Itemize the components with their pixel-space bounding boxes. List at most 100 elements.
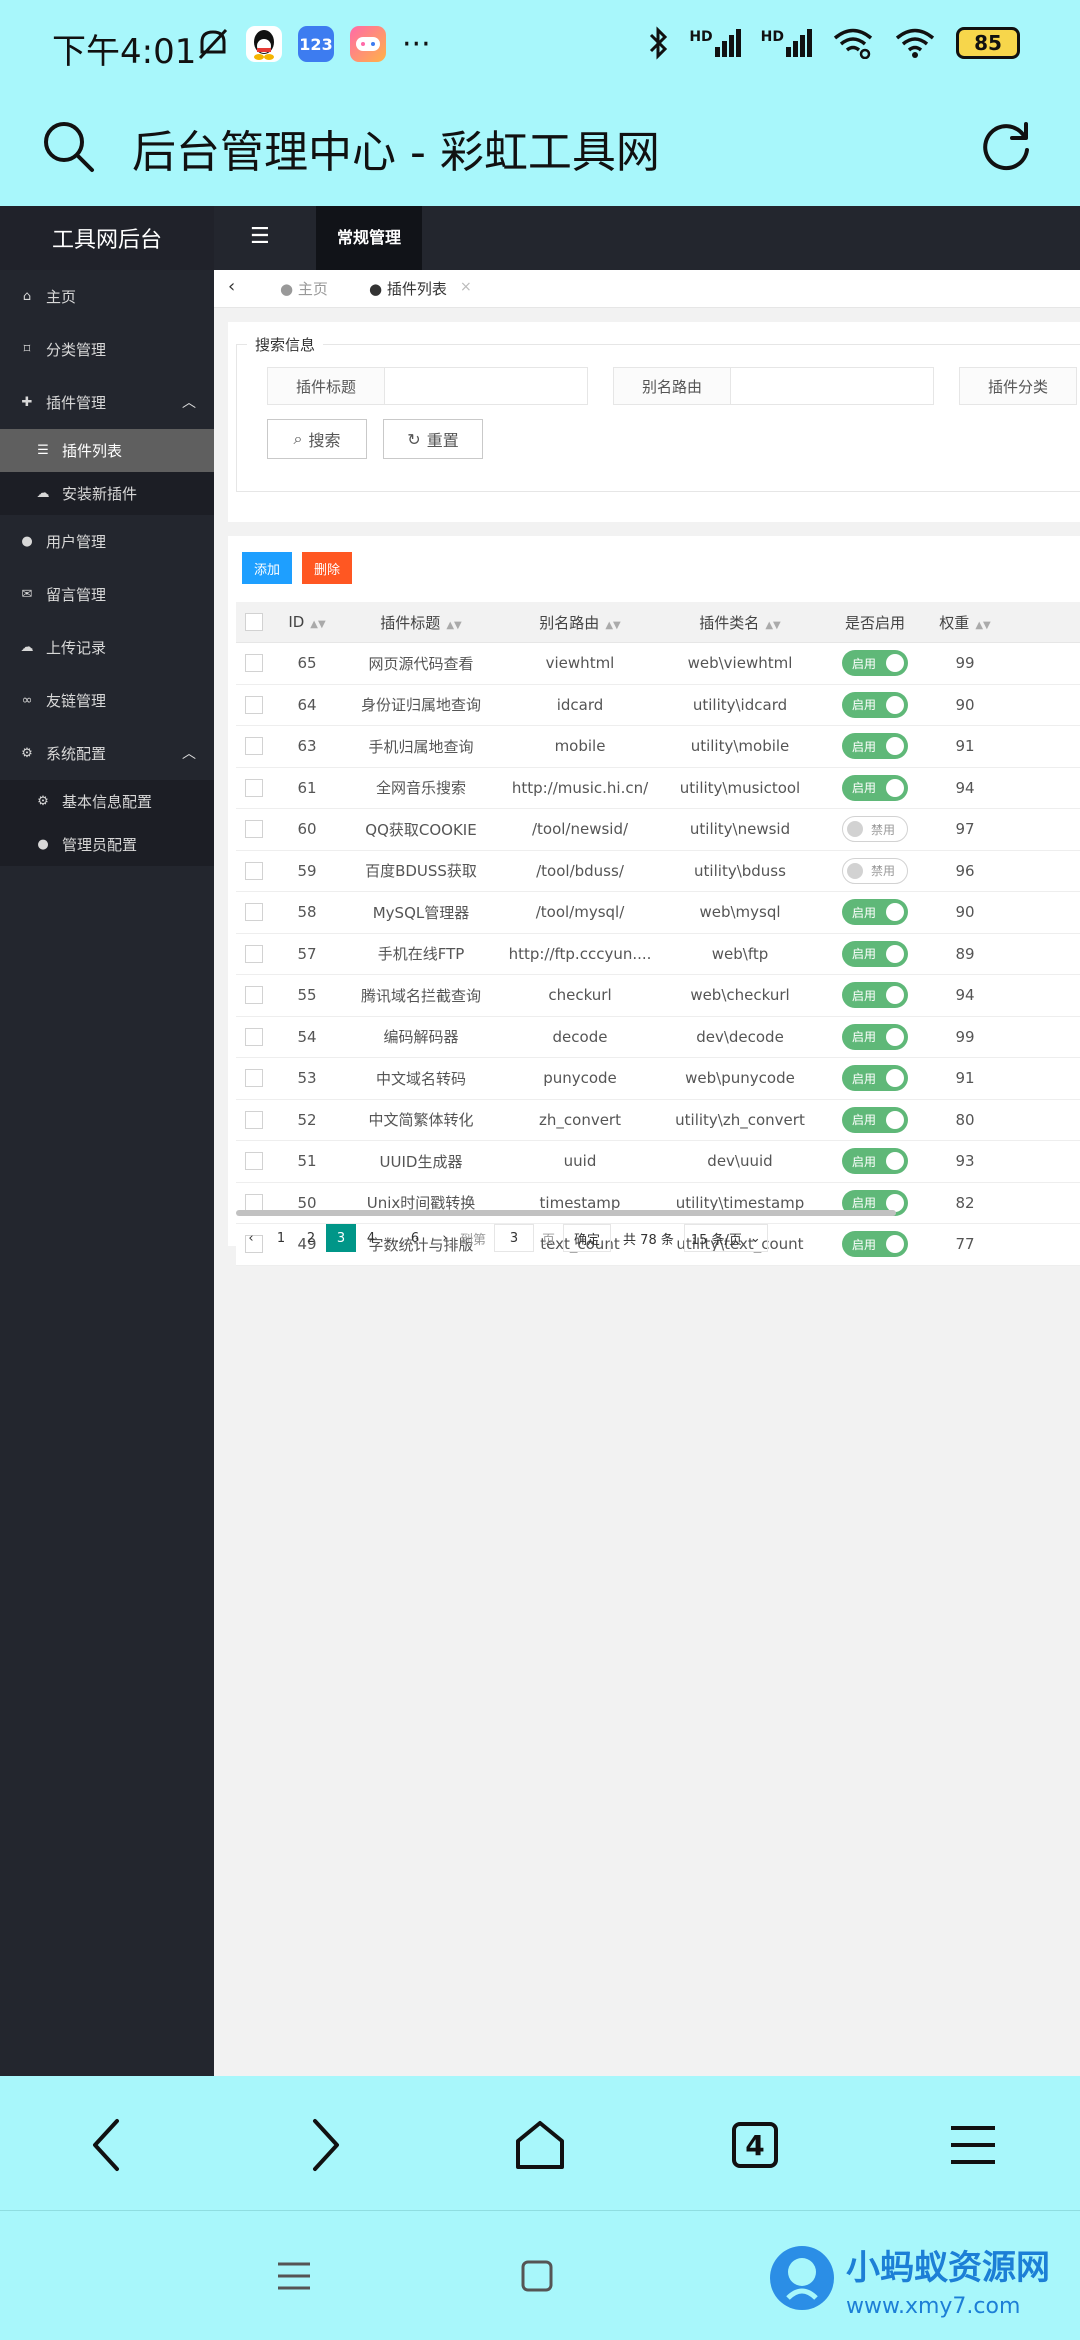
per-page-select[interactable]: 15 条/页 ⌄: [683, 1224, 768, 1252]
tab-general-management[interactable]: 常规管理: [316, 206, 422, 270]
table-row[interactable]: 57 手机在线FTP http://ftp.cccyun.... web\ftp 启用 8…: [236, 933, 1080, 975]
table-row[interactable]: 58 MySQL管理器/tool/mysql/web\mysql 启用 90: [236, 892, 1080, 934]
sidebar-item-plugins[interactable]: ✚ 插件管理 ︿: [0, 376, 214, 429]
sidebar-item-links[interactable]: ∞ 友链管理: [0, 674, 214, 727]
table-row[interactable]: 65 网页源代码查看 viewhtml web\viewhtml 启用 99: [236, 643, 1080, 685]
enabled-toggle[interactable]: 启用: [842, 1148, 908, 1175]
enabled-toggle[interactable]: 启用: [842, 691, 908, 718]
sort-icon[interactable]: ▲▼: [765, 620, 780, 631]
sidebar-item-plugin-list[interactable]: ☰ 插件列表: [0, 429, 214, 472]
sort-icon[interactable]: ▲▼: [975, 620, 990, 631]
sort-icon[interactable]: ▲▼: [310, 619, 325, 630]
goto-page-input[interactable]: 3: [494, 1224, 535, 1252]
cell-class: utility\bduss: [694, 861, 786, 880]
horizontal-scrollbar[interactable]: [236, 1210, 896, 1216]
enabled-toggle[interactable]: 启用: [842, 899, 908, 926]
row-checkbox[interactable]: [236, 944, 272, 963]
page-4[interactable]: 4: [356, 1224, 386, 1252]
home-button[interactable]: [505, 2110, 575, 2180]
select-all-checkbox[interactable]: [236, 613, 272, 631]
home-square-icon[interactable]: [520, 2259, 554, 2293]
table-row[interactable]: 55 腾讯域名拦截查询 checkurl web\checkurl 启用 94: [236, 975, 1080, 1017]
enabled-toggle[interactable]: 启用: [842, 650, 908, 677]
row-checkbox[interactable]: [236, 1069, 272, 1088]
row-checkbox[interactable]: [236, 986, 272, 1005]
sidebar-item-categories[interactable]: ⌑ 分类管理: [0, 323, 214, 376]
sort-icon[interactable]: ▲▼: [446, 620, 461, 631]
menu-toggle-icon[interactable]: ☰: [250, 224, 270, 249]
table-row[interactable]: 63 手机归属地查询 mobile utility\mobile 启用 91: [236, 726, 1080, 768]
enabled-toggle[interactable]: 启用: [842, 1106, 908, 1133]
search-icon[interactable]: [40, 118, 96, 174]
column-route[interactable]: 别名路由 ▲▼: [500, 612, 660, 633]
input-alias-route[interactable]: [730, 367, 934, 405]
prev-page-icon[interactable]: ‹: [236, 1224, 266, 1252]
sidebar-item-messages[interactable]: ✉ 留言管理: [0, 568, 214, 621]
enabled-toggle[interactable]: 启用: [842, 940, 908, 967]
delete-button[interactable]: 删除: [302, 552, 352, 584]
pagination: ‹ 1 2 3 4 ... 6 › 到第 3 页 确定 共 78 条 15 条/…: [236, 1218, 768, 1258]
row-checkbox[interactable]: [236, 737, 272, 756]
tab-plugin-list[interactable]: ● 插件列表: [369, 278, 447, 299]
page-1[interactable]: 1: [266, 1224, 296, 1252]
menu-button[interactable]: [938, 2110, 1008, 2180]
table-row[interactable]: 54 编码解码器 decode dev\decode 启用 99: [236, 1016, 1080, 1058]
enabled-toggle[interactable]: 启用: [842, 1231, 908, 1258]
row-checkbox[interactable]: [236, 778, 272, 797]
page-3-current[interactable]: 3: [326, 1224, 356, 1252]
page-6[interactable]: 6: [400, 1224, 430, 1252]
enabled-toggle[interactable]: 启用: [842, 774, 908, 801]
sidebar-item-install-plugin[interactable]: ☁ 安装新插件: [0, 472, 214, 515]
row-checkbox[interactable]: [236, 654, 272, 673]
row-checkbox[interactable]: [236, 820, 272, 839]
sort-icon[interactable]: ▲▼: [605, 620, 620, 631]
column-class[interactable]: 插件类名 ▲▼: [660, 612, 820, 633]
search-button[interactable]: ⌕ 搜索: [267, 419, 367, 459]
row-checkbox[interactable]: [236, 861, 272, 880]
sidebar-item-system[interactable]: ⚙ 系统配置 ︿: [0, 727, 214, 780]
input-plugin-title[interactable]: [384, 367, 588, 405]
sidebar-item-admin-config[interactable]: ● 管理员配置: [0, 823, 214, 866]
back-button[interactable]: [72, 2110, 142, 2180]
goto-confirm-button[interactable]: 确定: [563, 1224, 612, 1252]
forward-button[interactable]: [290, 2110, 360, 2180]
add-button[interactable]: 添加: [242, 552, 292, 584]
enabled-toggle[interactable]: 启用: [842, 733, 908, 760]
column-title[interactable]: 插件标题 ▲▼: [342, 612, 500, 633]
tabs-button[interactable]: 4: [720, 2110, 790, 2180]
row-checkbox[interactable]: [236, 903, 272, 922]
enabled-toggle[interactable]: 启用: [842, 982, 908, 1009]
row-checkbox[interactable]: [236, 1110, 272, 1129]
disabled-toggle[interactable]: 禁用: [842, 816, 908, 843]
row-checkbox[interactable]: [236, 1027, 272, 1046]
reload-icon[interactable]: [976, 116, 1036, 176]
sidebar-item-basic-config[interactable]: ⚙ 基本信息配置: [0, 780, 214, 823]
table-row[interactable]: 60 QQ获取COOKIE/tool/newsid/utility\newsid 禁…: [236, 809, 1080, 851]
sidebar-item-home[interactable]: ⌂ 主页: [0, 270, 214, 323]
reset-button[interactable]: ↻ 重置: [383, 419, 483, 459]
recent-apps-icon[interactable]: [276, 2261, 312, 2291]
table-row[interactable]: 59 百度BDUSS获取/tool/bduss/utility\bduss 禁用 96: [236, 850, 1080, 892]
disabled-toggle[interactable]: 禁用: [842, 857, 908, 884]
page-2[interactable]: 2: [296, 1224, 326, 1252]
tab-home[interactable]: ● 主页: [280, 278, 328, 299]
sidebar-item-uploads[interactable]: ☁ 上传记录: [0, 621, 214, 674]
app-logo[interactable]: 工具网后台: [0, 206, 214, 270]
column-id[interactable]: ID ▲▼: [272, 613, 342, 631]
cell-enabled: 启用: [820, 1148, 930, 1175]
table-row[interactable]: 61 全网音乐搜索 http://music.hi.cn/utility\music…: [236, 767, 1080, 809]
close-icon[interactable]: ×: [460, 279, 472, 295]
enabled-toggle[interactable]: 启用: [842, 1065, 908, 1092]
table-row[interactable]: 52 中文简繁体转化 zh_convert utility\zh_convert 启用 8…: [236, 1099, 1080, 1141]
sidebar-item-users[interactable]: ● 用户管理: [0, 515, 214, 568]
table-row[interactable]: 53 中文域名转码 punycode web\punycode 启用 91: [236, 1058, 1080, 1100]
next-page-icon[interactable]: ›: [430, 1224, 460, 1252]
table-row[interactable]: 51 UUID生成器 uuid dev\uuid 启用 93: [236, 1141, 1080, 1183]
column-weight[interactable]: 权重 ▲▼: [930, 612, 1000, 633]
table-row[interactable]: 64 身份证归属地查询 idcard utility\idcard 启用 90: [236, 684, 1080, 726]
page-title[interactable]: 后台管理中心 - 彩虹工具网: [132, 116, 660, 180]
enabled-toggle[interactable]: 启用: [842, 1023, 908, 1050]
row-checkbox[interactable]: [236, 1152, 272, 1171]
row-checkbox[interactable]: [236, 695, 272, 714]
chevron-left-icon[interactable]: ‹: [228, 276, 235, 297]
